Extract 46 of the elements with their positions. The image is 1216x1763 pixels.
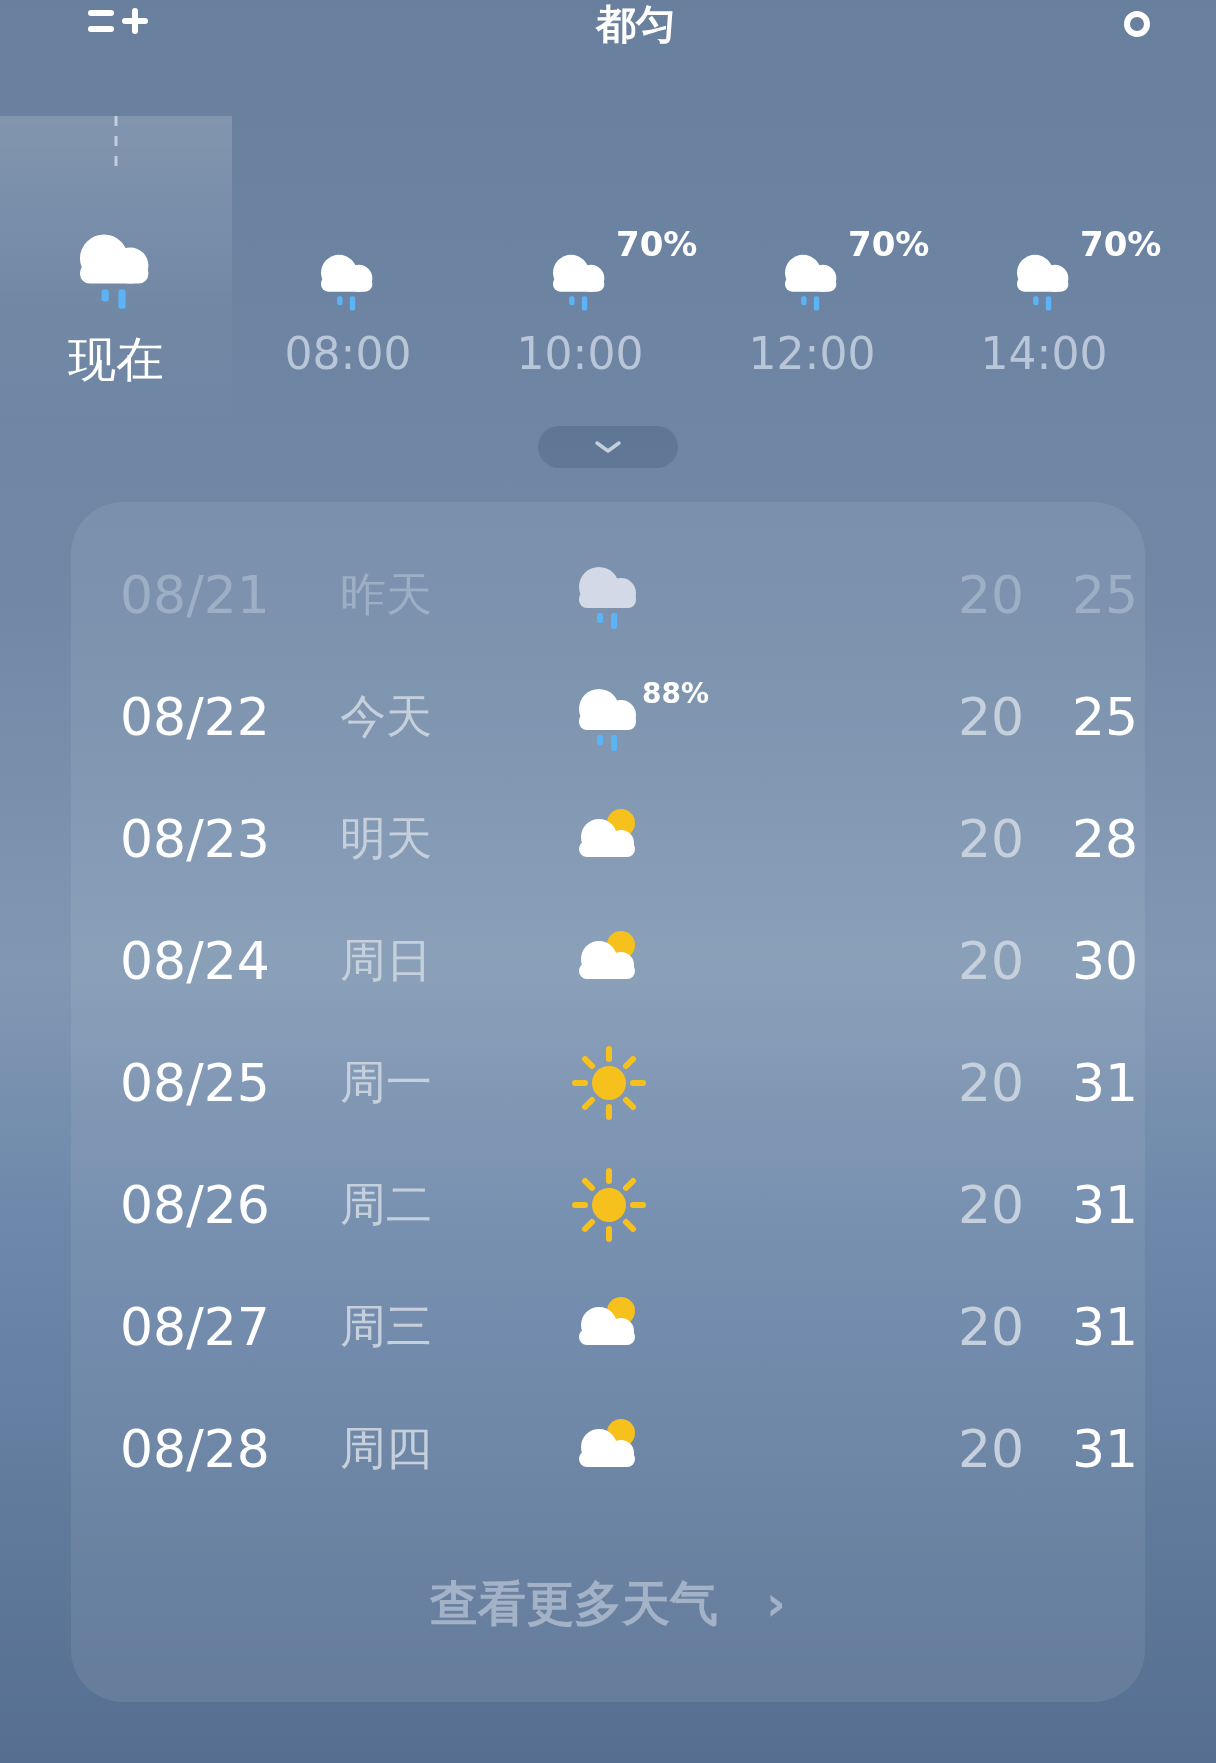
precipitation-chance: 70%	[1080, 224, 1162, 264]
high-temperature: 25	[1072, 687, 1139, 747]
precipitation-chance: 70%	[848, 224, 930, 264]
low-temperature: 20	[958, 809, 1026, 869]
hour-label: 14:00	[980, 328, 1108, 379]
city-title: 都匀	[596, 0, 676, 48]
day-label: 周四	[340, 1420, 433, 1477]
day-label: 周三	[340, 1298, 433, 1355]
day-label: 周一	[340, 1054, 433, 1111]
high-temperature: 30	[1072, 931, 1139, 991]
more-icon[interactable]	[1122, 9, 1152, 39]
low-temperature: 20	[958, 687, 1026, 747]
day-label: 周二	[340, 1176, 433, 1233]
hour-label: 现在	[68, 330, 164, 389]
sun-icon	[569, 1165, 649, 1245]
day-label: 明天	[340, 810, 433, 867]
low-temperature: 20	[958, 1419, 1026, 1479]
hour-column[interactable]: 70% 10:00	[464, 116, 696, 424]
day-label: 今天	[340, 688, 433, 745]
high-temperature: 31	[1072, 1419, 1139, 1479]
high-temperature: 31	[1072, 1053, 1139, 1113]
hour-column[interactable]: 70% 12:00	[696, 116, 928, 424]
precipitation-chance: 88%	[642, 677, 710, 710]
hour-label: 08:00	[284, 328, 412, 379]
day-label: 周日	[340, 932, 433, 989]
date-label: 08/24	[120, 931, 271, 991]
chevron-down-icon	[593, 439, 623, 455]
high-temperature: 31	[1072, 1297, 1139, 1357]
high-temperature: 28	[1072, 809, 1139, 869]
low-temperature: 20	[958, 931, 1026, 991]
date-label: 08/27	[120, 1297, 271, 1357]
high-temperature: 31	[1072, 1175, 1139, 1235]
low-temperature: 20	[958, 1053, 1026, 1113]
hour-label: 10:00	[516, 328, 644, 379]
precipitation-chance: 70%	[616, 224, 698, 264]
low-temperature: 20	[958, 1297, 1026, 1357]
date-label: 08/22	[120, 687, 271, 747]
sun-icon	[569, 1043, 649, 1123]
hour-column[interactable]: 08:00	[232, 116, 464, 424]
low-temperature: 20	[958, 1175, 1026, 1235]
date-label: 08/23	[120, 809, 271, 869]
hour-label: 12:00	[748, 328, 876, 379]
hour-column[interactable]: 70% 14:00	[928, 116, 1160, 424]
date-label: 08/25	[120, 1053, 271, 1113]
date-label: 08/26	[120, 1175, 271, 1235]
date-label: 08/28	[120, 1419, 271, 1479]
